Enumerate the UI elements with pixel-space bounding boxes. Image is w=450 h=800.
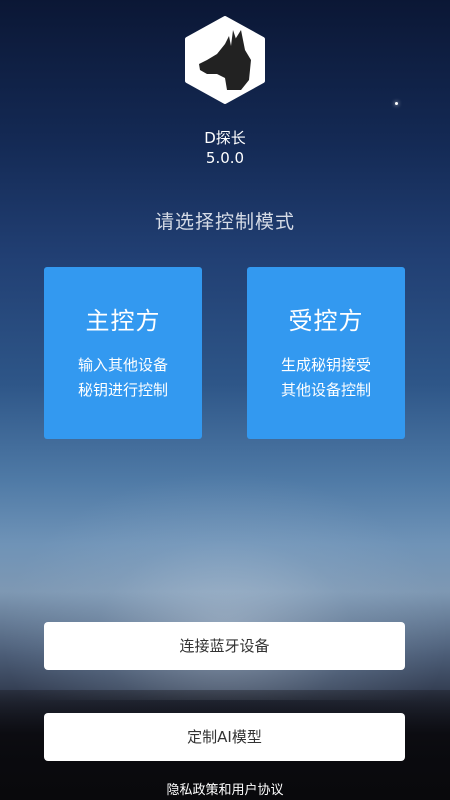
slave-mode-title: 受控方 (288, 307, 364, 335)
app-version: 5.0.0 (205, 149, 245, 167)
mode-prompt: 请选择控制模式 (154, 211, 295, 233)
dog-logo-icon (185, 16, 265, 104)
app-name: D探长 (204, 129, 246, 147)
master-mode-desc: 输入其他设备 秘钥进行控制 (77, 356, 168, 399)
custom-ai-model-button[interactable]: 定制AI模型 (44, 713, 405, 761)
privacy-policy-link[interactable]: 隐私政策和用户协议 (0, 779, 450, 798)
master-mode-card[interactable]: 主控方 输入其他设备 秘钥进行控制 (44, 267, 202, 439)
connect-bluetooth-button[interactable]: 连接蓝牙设备 (44, 622, 405, 670)
slave-mode-card[interactable]: 受控方 生成秘钥接受 其他设备控制 (247, 267, 405, 439)
star-dot (395, 102, 398, 105)
slave-mode-desc: 生成秘钥接受 其他设备控制 (280, 356, 371, 399)
master-mode-title: 主控方 (85, 307, 161, 335)
